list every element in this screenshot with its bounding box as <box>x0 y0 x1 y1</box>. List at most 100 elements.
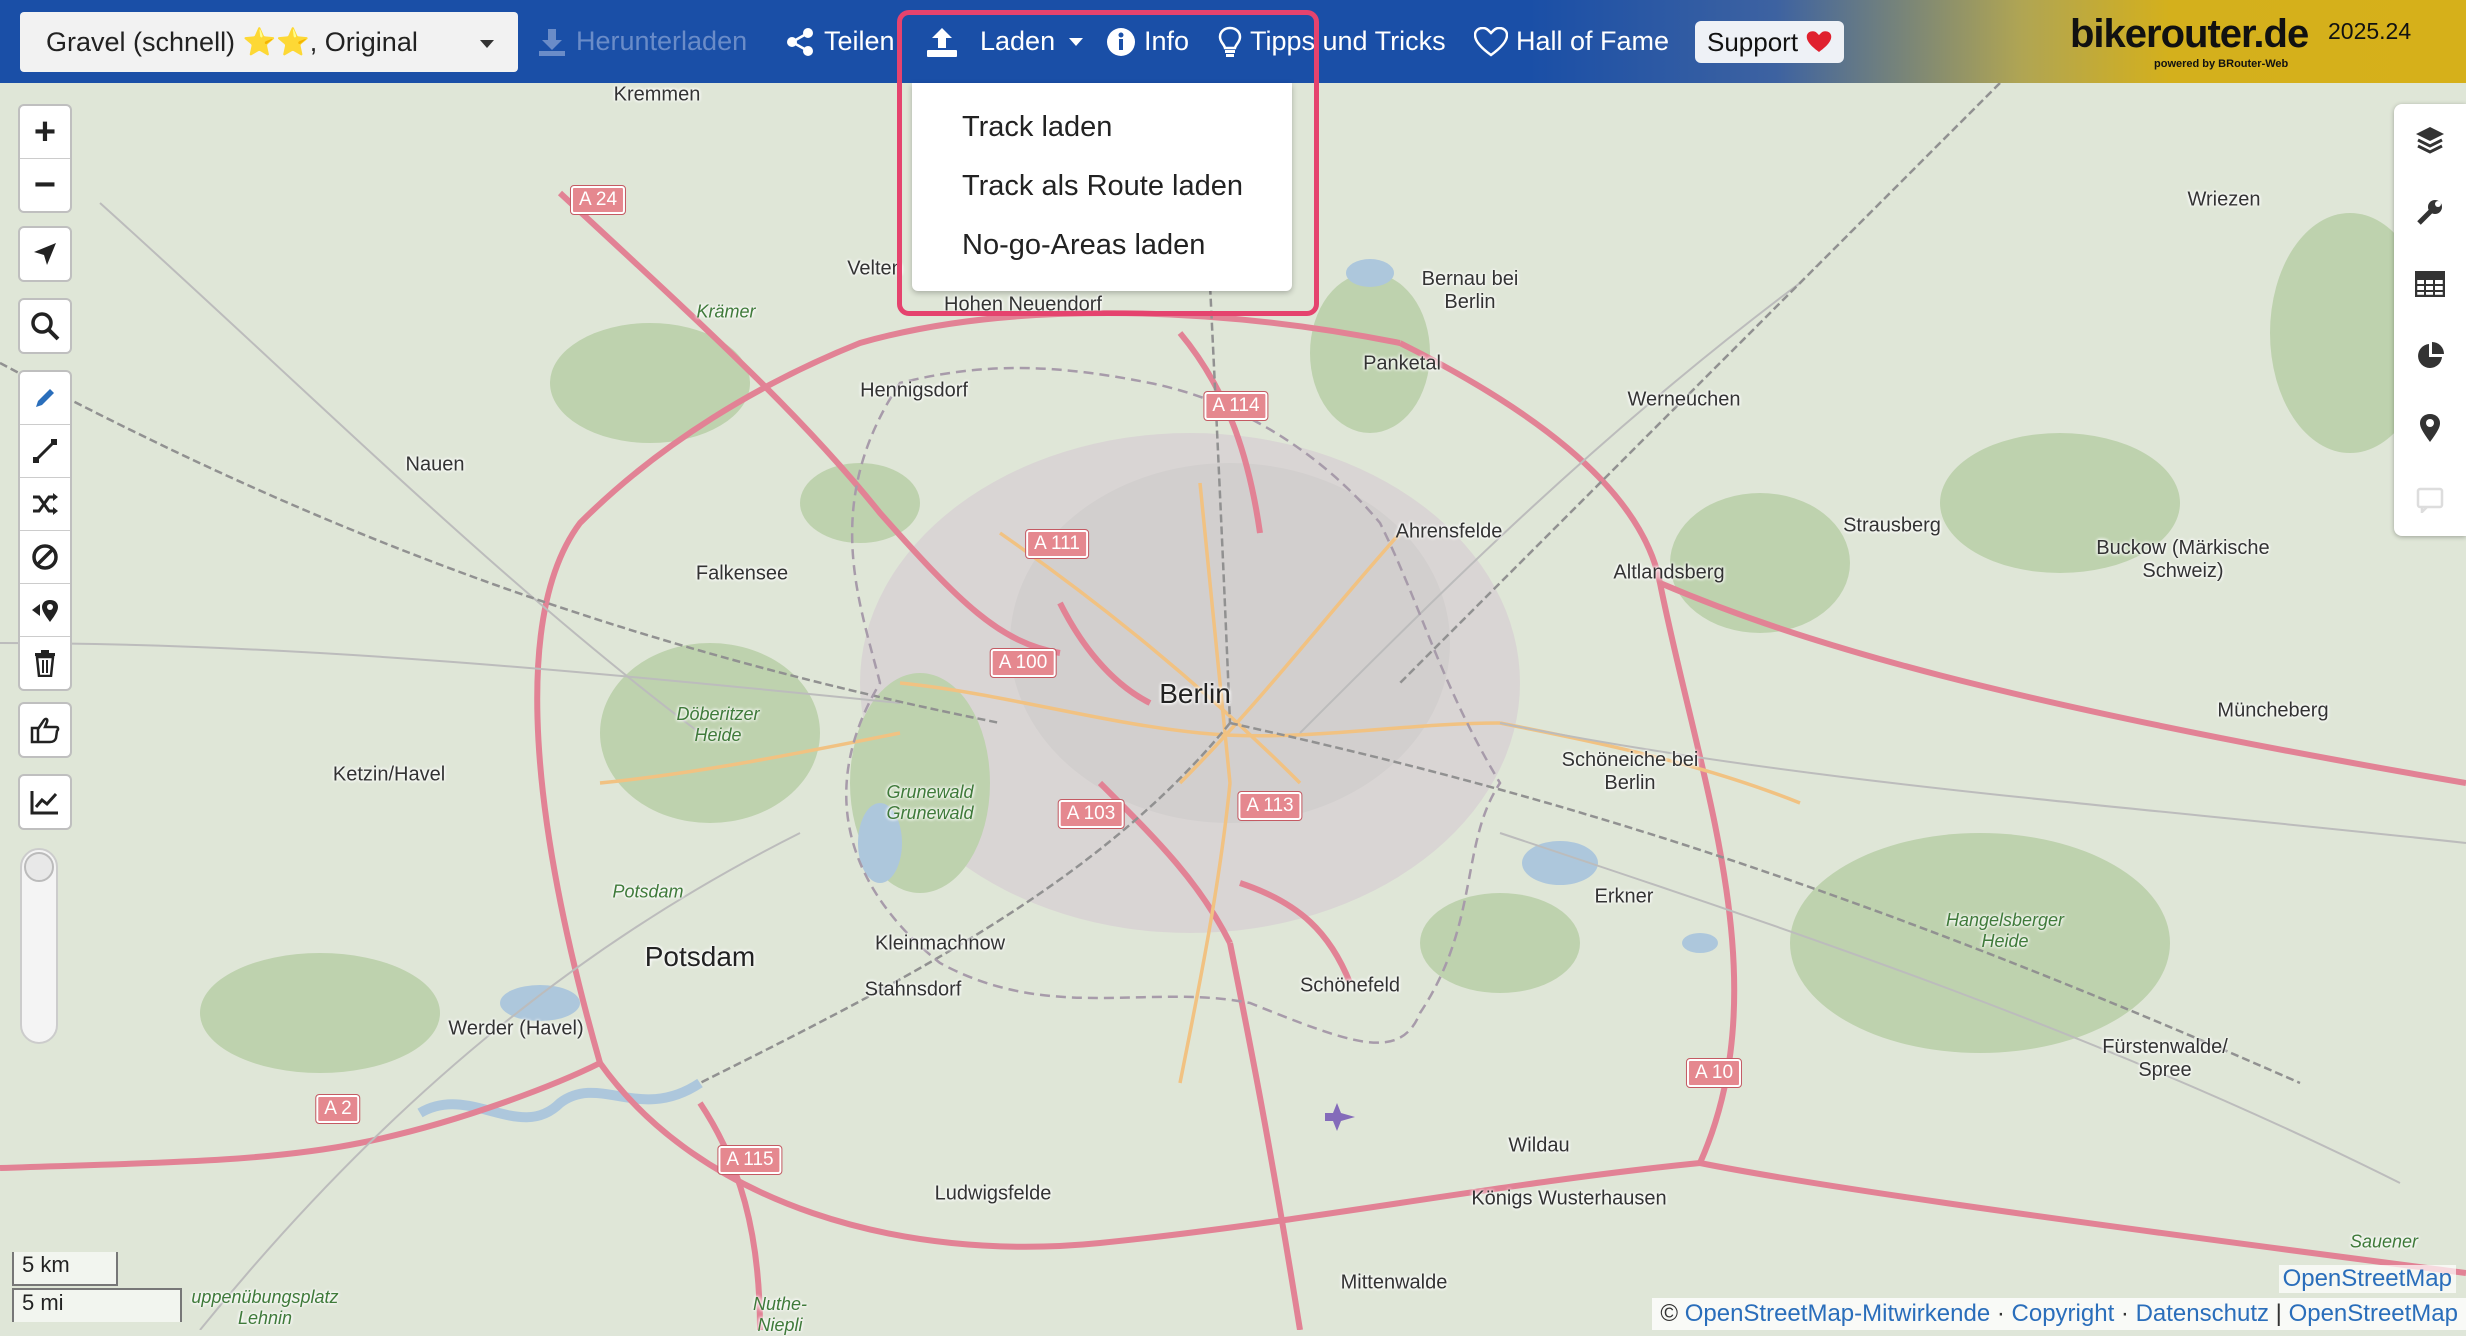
statistics-button[interactable] <box>2394 320 2466 392</box>
line-segment-icon <box>33 439 57 463</box>
place-wriezen: Wriezen <box>2187 188 2261 211</box>
scale-mi: 5 mi <box>12 1288 182 1322</box>
attribution-separator: · <box>2120 1300 2129 1327</box>
comment-button[interactable] <box>2394 464 2466 536</box>
support-label: Support <box>1707 26 1799 57</box>
highway-a114: A 114 <box>1203 391 1269 421</box>
zoom-in-button[interactable]: + <box>20 106 70 159</box>
place-altlandsberg: Altlandsberg <box>1613 561 1725 584</box>
place-falkensee: Falkensee <box>695 562 789 585</box>
app-version: 2025.24 <box>2328 18 2412 44</box>
place-strausberg: Strausberg <box>1843 514 1941 537</box>
menu-item-track-laden[interactable]: Track laden <box>962 111 1112 144</box>
place-nauen: Nauen <box>405 453 465 476</box>
menu-item-track-als-route-laden[interactable]: Track als Route laden <box>962 170 1243 203</box>
place-sauener: Sauener <box>2349 1231 2419 1252</box>
elevation-control <box>18 774 72 830</box>
hand-point-icon <box>30 717 60 744</box>
wrench-icon <box>2417 200 2442 225</box>
zoom-out-button[interactable]: − <box>20 159 70 211</box>
upload-icon <box>927 27 957 57</box>
place-muencheberg: Müncheberg <box>2217 699 2329 722</box>
place-stahnsdorf: Stahnsdorf <box>864 978 962 1001</box>
trash-icon <box>35 650 55 677</box>
settings-button[interactable] <box>2394 176 2466 248</box>
pencil-icon <box>36 389 54 407</box>
attribution-pipe: | <box>2275 1300 2282 1327</box>
info-button[interactable]: Info <box>1106 0 1189 83</box>
place-kraemer: Krämer <box>696 301 756 322</box>
heart-icon <box>1474 26 1508 57</box>
place-koenigs-wusterhausen: Königs Wusterhausen <box>1471 1187 1667 1210</box>
place-schoeneiche: Schöneiche bei Berlin <box>1561 749 1699 794</box>
opacity-slider[interactable] <box>20 848 58 1044</box>
info-label: Info <box>1144 26 1190 56</box>
place-erkner: Erkner <box>1594 885 1654 908</box>
elevation-chart-button[interactable] <box>20 776 70 828</box>
zoom-control: + − <box>18 104 72 213</box>
chevron-down-icon <box>480 40 494 48</box>
highway-a10: A 10 <box>1685 1058 1743 1088</box>
delete-last-point-button[interactable] <box>20 584 70 637</box>
delete-route-button[interactable] <box>20 637 70 689</box>
place-werder: Werder (Havel) <box>448 1017 584 1040</box>
place-potsdam: Potsdam <box>644 941 756 972</box>
place-berlin: Berlin <box>1159 678 1231 709</box>
search-icon <box>31 312 60 341</box>
place-hohen-neuendorf: Hohen Neuendorf <box>944 293 1102 316</box>
search-button[interactable] <box>20 300 70 352</box>
no-go-area-button[interactable] <box>20 531 70 584</box>
poi-control <box>18 702 72 758</box>
place-grunewald: Grunewald Grunewald <box>886 782 974 823</box>
profile-select[interactable]: Gravel (schnell) ⭐⭐, Original <box>20 12 518 72</box>
layers-button[interactable] <box>2394 104 2466 176</box>
pois-button[interactable] <box>2394 392 2466 464</box>
highway-a100: A 100 <box>989 648 1057 678</box>
highway-a111: A 111 <box>1025 529 1089 559</box>
opacity-slider-handle[interactable] <box>24 852 54 882</box>
place-werneuchen: Werneuchen <box>1627 388 1741 411</box>
tips-button[interactable]: Tipps und Tricks <box>1218 0 1446 83</box>
download-button[interactable]: Herunterladen <box>536 0 747 83</box>
highway-a2: A 2 <box>315 1094 361 1124</box>
locate-button[interactable] <box>20 228 70 280</box>
layer-name-tag[interactable]: OpenStreetMap <box>2278 1265 2456 1293</box>
table-button[interactable] <box>2394 248 2466 320</box>
place-kleinmachnow: Kleinmachnow <box>874 932 1006 955</box>
reverse-route-button[interactable] <box>20 478 70 531</box>
chevron-down-icon <box>1069 37 1084 46</box>
brand-name: bikerouter.de <box>2070 12 2309 56</box>
copyright-link[interactable]: Copyright <box>2012 1300 2115 1328</box>
osm-contributors-link[interactable]: OpenStreetMap-Mitwirkende <box>1685 1300 1990 1328</box>
map-marker-icon <box>2420 414 2440 442</box>
menu-item-no-go-areas-laden[interactable]: No-go-Areas laden <box>962 229 1205 262</box>
load-label: Laden <box>980 26 1056 56</box>
load-menu-button[interactable]: Laden <box>924 0 1084 83</box>
draw-toolbar <box>18 370 72 691</box>
support-button[interactable]: Support <box>1695 21 1845 63</box>
place-mittenwalde: Mittenwalde <box>1340 1271 1448 1294</box>
straight-line-button[interactable] <box>20 425 70 478</box>
table-icon <box>2415 271 2445 297</box>
copyright-symbol: © <box>1660 1300 1679 1327</box>
attribution-bar: © OpenStreetMap-Mitwirkende · Copyright … <box>1652 1298 2466 1330</box>
share-button[interactable]: Teilen <box>784 0 895 83</box>
pie-chart-icon <box>2418 342 2444 368</box>
place-uebungsplatz: uppenübungsplatz Lehnin <box>191 1287 339 1328</box>
comment-icon <box>2416 487 2444 513</box>
place-kremmen: Kremmen <box>613 83 701 106</box>
draw-route-button[interactable] <box>20 372 70 425</box>
download-label: Herunterladen <box>576 26 748 56</box>
topbar: Gravel (schnell) ⭐⭐, Original Herunterla… <box>0 0 2466 83</box>
privacy-link[interactable]: Datenschutz <box>2136 1300 2269 1328</box>
tips-label: Tipps und Tricks <box>1250 26 1446 56</box>
hand-pointer-button[interactable] <box>20 704 70 756</box>
brand-logo[interactable]: bikerouter.de powered by BRouter-Web 202… <box>2070 12 2411 70</box>
place-bernau: Bernau bei Berlin <box>1421 268 1519 313</box>
search-control <box>18 298 72 354</box>
load-dropdown-menu: Track laden Track als Route laden No-go-… <box>912 83 1292 291</box>
place-fuerstenwalde: Fürstenwalde/ Spree <box>2102 1036 2228 1081</box>
hall-of-fame-button[interactable]: Hall of Fame <box>1474 0 1669 83</box>
place-hangelsberger-heide: Hangelsberger Heide <box>1945 910 2065 951</box>
osm-link[interactable]: OpenStreetMap <box>2289 1300 2458 1328</box>
